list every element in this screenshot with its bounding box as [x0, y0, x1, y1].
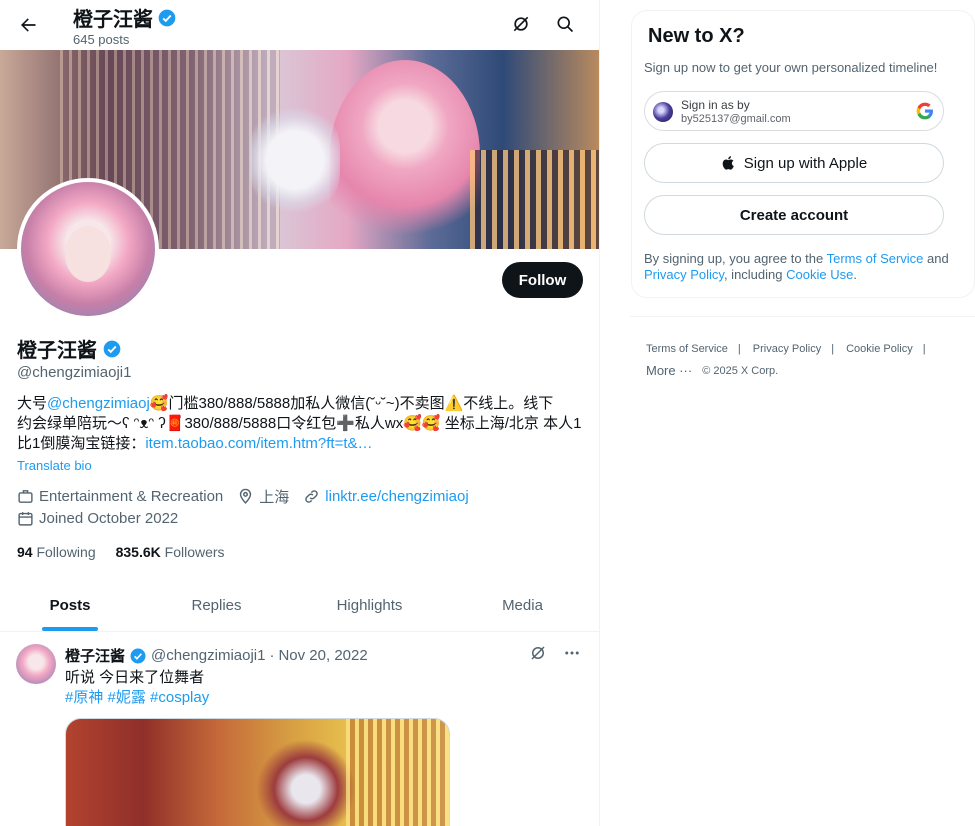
privacy-policy-link[interactable]: Privacy Policy: [644, 267, 724, 282]
footer-privacy-link[interactable]: Privacy Policy: [753, 338, 821, 360]
following-link[interactable]: 94 Following: [17, 544, 96, 560]
profile-tabs: Posts Replies Highlights Media: [0, 580, 599, 632]
apple-logo-icon: [722, 156, 734, 170]
post-media-image[interactable]: [65, 718, 450, 826]
bio-text: 比1倒膜淘宝链接：: [17, 435, 146, 452]
tab-media[interactable]: Media: [446, 580, 599, 631]
follow-button[interactable]: Follow: [502, 262, 583, 298]
post-header: 橙子汪酱 @chengzimiaoji1 · Nov 20, 2022: [65, 645, 368, 666]
profile-name-row: 橙子汪酱: [17, 334, 122, 363]
profile-name: 橙子汪酱: [17, 340, 97, 362]
verified-badge-icon: [158, 9, 176, 26]
bio-text: 约会绿单陪玩～ʕ ᵔᴥᵔ ʔ🧧380/888/5888口令红包➕私人wx🥰🥰 坐…: [17, 415, 582, 432]
search-button[interactable]: [552, 11, 578, 37]
verified-badge-icon[interactable]: [102, 339, 122, 359]
signup-terms: By signing up, you agree to the Terms of…: [644, 251, 964, 283]
footer-sep: |: [831, 343, 835, 355]
footer-cookie-link[interactable]: Cookie Policy: [846, 338, 913, 360]
profile-handle: @chengzimiaoji1: [17, 364, 132, 381]
arrow-left-icon: [21, 18, 36, 32]
footer-tos-link[interactable]: Terms of Service: [646, 338, 728, 360]
sidebar-footer: Terms of Service | Privacy Policy | Cookie…: [646, 338, 946, 382]
signup-card: New to X? Sign up now to get your own pe…: [631, 10, 975, 298]
location-icon: [240, 488, 252, 504]
tab-posts[interactable]: Posts: [0, 580, 140, 631]
followers-label: Followers: [164, 544, 225, 560]
footer-more-button[interactable]: More ···: [646, 360, 692, 382]
post-avatar[interactable]: [16, 644, 56, 684]
tab-replies[interactable]: Replies: [140, 580, 293, 631]
post-date[interactable]: Nov 20, 2022: [278, 647, 367, 664]
google-signin-button[interactable]: Sign in as by by525137@gmail.com: [644, 91, 944, 131]
follow-stats: 94 Following 835.6K Followers: [17, 544, 225, 560]
profile-joined: Joined October 2022: [17, 508, 178, 528]
posts-count: 645 posts: [73, 32, 130, 47]
sidebar: New to X? Sign up now to get your own pe…: [600, 0, 975, 826]
profile-avatar[interactable]: [17, 178, 159, 320]
post-author-handle[interactable]: @chengzimiaoji1: [151, 647, 265, 664]
terms-text: By signing up, you agree to the: [644, 251, 827, 266]
apple-signup-button[interactable]: Sign up with Apple: [644, 143, 944, 183]
calendar-icon: [18, 511, 33, 526]
post-author-name[interactable]: 橙子汪酱: [65, 645, 125, 666]
more-options-icon[interactable]: [563, 644, 581, 662]
cookie-use-link[interactable]: Cookie Use: [786, 267, 853, 282]
verified-badge-icon: [130, 648, 146, 663]
apple-signup-label: Sign up with Apple: [743, 154, 868, 172]
grok-icon: [513, 16, 529, 32]
post-dot: ·: [269, 647, 275, 664]
profile-meta: Entertainment & Recreation 上海 linktr.ee/…: [17, 486, 469, 506]
bio-link[interactable]: item.taobao.com/item.htm?ft=t&…: [145, 435, 372, 452]
search-icon: [557, 16, 574, 33]
bio-text: 大号: [17, 395, 48, 412]
google-signin-label: Sign in as by: [681, 98, 750, 112]
link-icon: [305, 489, 319, 503]
google-logo-icon: [916, 102, 933, 120]
profile-bio: 大号@chengzimiaoj🥰门槛380/888/5888加私人微信(˘ᵕ˘~…: [17, 394, 587, 454]
terms-of-service-link[interactable]: Terms of Service: [827, 251, 924, 266]
post-actions-top: [529, 644, 581, 662]
bio-text: 🥰门槛380/888/5888加私人微信(˘ᵕ˘~)不卖图⚠️不线上。线下: [149, 395, 554, 412]
joined-date: Joined October 2022: [39, 509, 179, 527]
followers-link[interactable]: 835.6K Followers: [116, 544, 225, 560]
bio-mention-link[interactable]: @chengzimiaoj: [47, 395, 150, 412]
create-account-button[interactable]: Create account: [644, 195, 944, 235]
following-count: 94: [17, 544, 33, 560]
profile-column: 橙子汪酱 645 posts Follow 橙子汪酱 @chengzimiaoj…: [0, 0, 600, 826]
profile-category: Entertainment & Recreation: [39, 487, 224, 505]
terms-text: , including: [723, 267, 787, 282]
google-email: by525137@gmail.com: [681, 113, 791, 125]
back-button[interactable]: [14, 11, 42, 39]
translate-bio-link[interactable]: Translate bio: [17, 458, 92, 473]
profile-location: 上海: [259, 488, 290, 506]
terms-text: .: [853, 267, 857, 282]
sidebar-divider: [630, 316, 975, 317]
google-account-avatar: [653, 102, 673, 122]
header-name: 橙子汪酱: [73, 9, 153, 31]
followers-count: 835.6K: [115, 544, 161, 560]
footer-copyright: © 2025 X Corp.: [702, 365, 779, 377]
post-hashtags[interactable]: #原神 #妮露 #cosplay: [65, 688, 209, 708]
footer-sep: |: [922, 343, 926, 355]
post-item[interactable]: 橙子汪酱 @chengzimiaoji1 · Nov 20, 2022 听说 今…: [0, 632, 599, 826]
header-title: 橙子汪酱: [73, 3, 177, 32]
terms-text: and: [923, 251, 949, 266]
signup-title: New to X?: [648, 25, 745, 47]
post-text: 听说 今日来了位舞者: [65, 669, 205, 686]
profile-header: 橙子汪酱 645 posts: [0, 0, 599, 50]
grok-button[interactable]: [508, 11, 534, 37]
tab-highlights[interactable]: Highlights: [293, 580, 446, 631]
signup-subtitle: Sign up now to get your own personalized…: [644, 60, 938, 75]
grok-icon[interactable]: [529, 644, 547, 662]
footer-sep: |: [737, 343, 741, 355]
briefcase-icon: [18, 489, 33, 503]
following-label: Following: [36, 544, 96, 560]
profile-website-link[interactable]: linktr.ee/chengzimiaoj: [325, 488, 468, 505]
